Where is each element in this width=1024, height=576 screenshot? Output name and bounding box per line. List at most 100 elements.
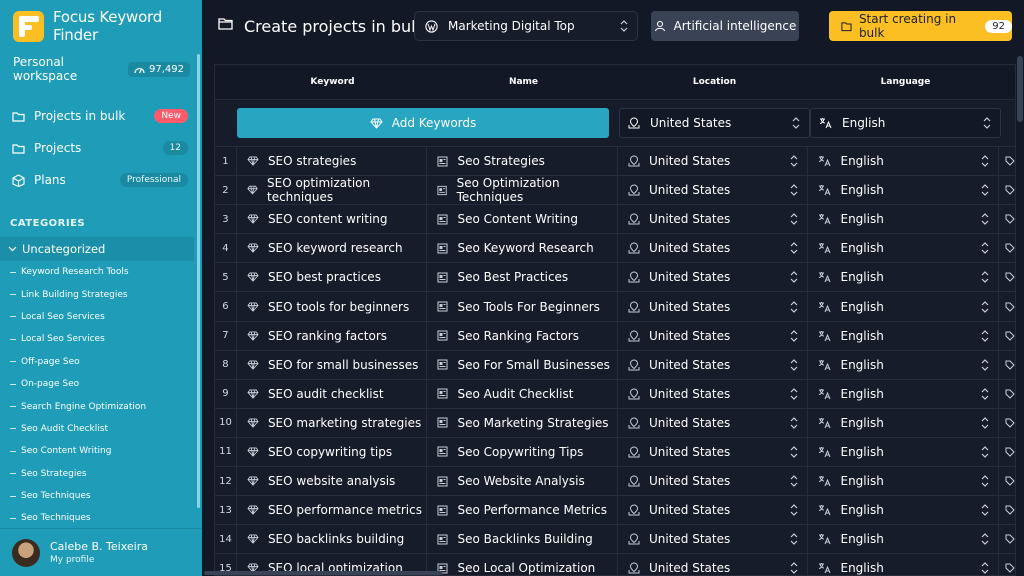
- keyword-cell[interactable]: SEO website analysis: [237, 467, 428, 496]
- extra-cell[interactable]: [999, 147, 1015, 175]
- language-select[interactable]: English: [808, 437, 999, 467]
- keyword-cell[interactable]: SEO backlinks building: [237, 525, 428, 554]
- category-item[interactable]: Seo Techniques: [0, 507, 202, 528]
- extra-cell[interactable]: [999, 496, 1015, 524]
- name-cell[interactable]: Seo Copywriting Tips: [427, 437, 618, 467]
- name-cell[interactable]: Seo Audit Checklist: [427, 379, 618, 408]
- category-item[interactable]: Seo Strategies: [0, 463, 202, 485]
- extra-cell[interactable]: [999, 292, 1015, 320]
- extra-cell[interactable]: [999, 205, 1015, 233]
- default-location-select[interactable]: United States: [619, 108, 810, 138]
- profile[interactable]: Calebe B. Teixeira My profile: [0, 528, 202, 576]
- location-select[interactable]: United States: [618, 263, 809, 292]
- name-cell[interactable]: Seo Marketing Strategies: [427, 408, 618, 437]
- extra-cell[interactable]: [999, 554, 1015, 575]
- location-select[interactable]: United States: [618, 292, 809, 321]
- location-select[interactable]: United States: [618, 467, 809, 496]
- extra-cell[interactable]: [999, 409, 1015, 437]
- add-keywords-button[interactable]: Add Keywords: [237, 108, 609, 138]
- category-item[interactable]: Seo Techniques: [0, 485, 202, 507]
- language-select[interactable]: English: [808, 525, 999, 554]
- brand[interactable]: Focus Keyword Finder: [0, 0, 202, 52]
- keyword-cell[interactable]: SEO performance metrics: [237, 496, 428, 525]
- location-select[interactable]: United States: [618, 496, 809, 525]
- extra-cell[interactable]: [999, 438, 1015, 466]
- name-cell[interactable]: Seo Performance Metrics: [427, 496, 618, 525]
- extra-cell[interactable]: [999, 467, 1015, 495]
- name-cell[interactable]: Seo Keyword Research: [427, 234, 618, 263]
- sidebar-item-projects-in-bulk[interactable]: Projects in bulk New: [0, 100, 202, 132]
- language-select[interactable]: English: [808, 292, 999, 321]
- category-item[interactable]: On-page Seo: [0, 373, 202, 395]
- name-cell[interactable]: Seo Tools For Beginners: [427, 292, 618, 321]
- language-select[interactable]: English: [808, 379, 999, 408]
- location-select[interactable]: United States: [618, 437, 809, 467]
- extra-cell[interactable]: [999, 234, 1015, 262]
- sidebar-scrollbar[interactable]: [197, 54, 200, 508]
- table-horizontal-scrollbar[interactable]: [204, 571, 442, 575]
- category-item[interactable]: Keyword Research Tools: [0, 261, 202, 283]
- name-cell[interactable]: Seo For Small Businesses: [427, 350, 618, 379]
- keyword-cell[interactable]: SEO copywriting tips: [237, 437, 428, 467]
- keyword-cell[interactable]: SEO for small businesses: [237, 350, 428, 379]
- name-cell[interactable]: Seo Website Analysis: [427, 467, 618, 496]
- extra-cell[interactable]: [999, 351, 1015, 379]
- language-select[interactable]: English: [808, 467, 999, 496]
- extra-cell[interactable]: [999, 322, 1015, 350]
- site-select[interactable]: Marketing Digital Top: [414, 11, 638, 41]
- keyword-cell[interactable]: SEO tools for beginners: [237, 292, 428, 321]
- language-select[interactable]: English: [808, 554, 999, 575]
- location-select[interactable]: United States: [618, 379, 809, 408]
- keyword-cell[interactable]: SEO audit checklist: [237, 379, 428, 408]
- extra-cell[interactable]: [999, 380, 1015, 408]
- name-cell[interactable]: Seo Backlinks Building: [427, 525, 618, 554]
- keyword-cell[interactable]: SEO marketing strategies: [237, 408, 428, 437]
- language-select[interactable]: English: [808, 176, 999, 205]
- keyword-cell[interactable]: SEO ranking factors: [237, 321, 428, 350]
- language-select[interactable]: English: [808, 321, 999, 350]
- language-select[interactable]: English: [808, 496, 999, 525]
- name-cell[interactable]: Seo Local Optimization: [427, 554, 618, 575]
- language-select[interactable]: English: [808, 263, 999, 292]
- sidebar-item-plans[interactable]: Plans Professional: [0, 164, 202, 196]
- location-select[interactable]: United States: [618, 176, 809, 205]
- sidebar-item-projects[interactable]: Projects 12: [0, 132, 202, 164]
- name-cell[interactable]: Seo Content Writing: [427, 205, 618, 234]
- category-selected[interactable]: Uncategorized: [0, 237, 194, 261]
- location-select[interactable]: United States: [618, 408, 809, 437]
- workspace-switcher[interactable]: Personal workspace 97,492: [0, 52, 202, 86]
- extra-cell[interactable]: [999, 525, 1015, 553]
- language-select[interactable]: English: [808, 234, 999, 263]
- keyword-cell[interactable]: SEO content writing: [237, 205, 428, 234]
- extra-cell[interactable]: [999, 176, 1015, 204]
- location-select[interactable]: United States: [618, 205, 809, 234]
- category-item[interactable]: Seo Content Writing: [0, 440, 202, 462]
- language-select[interactable]: English: [808, 205, 999, 234]
- location-select[interactable]: United States: [618, 234, 809, 263]
- language-select[interactable]: English: [808, 147, 999, 176]
- keyword-cell[interactable]: SEO strategies: [237, 147, 428, 176]
- category-item[interactable]: Search Engine Optimization: [0, 395, 202, 417]
- location-select[interactable]: United States: [618, 525, 809, 554]
- profile-link[interactable]: My profile: [50, 555, 148, 565]
- category-item[interactable]: Seo Audit Checklist: [0, 418, 202, 440]
- category-item[interactable]: Local Seo Services: [0, 306, 202, 328]
- language-select[interactable]: English: [808, 408, 999, 437]
- keyword-cell[interactable]: SEO best practices: [237, 263, 428, 292]
- start-creating-button[interactable]: Start creating in bulk 92: [829, 11, 1012, 41]
- category-item[interactable]: Local Seo Services: [0, 328, 202, 350]
- page-scrollbar-thumb[interactable]: [1017, 56, 1023, 122]
- location-select[interactable]: United States: [618, 350, 809, 379]
- keyword-cell[interactable]: SEO optimization techniques: [237, 176, 428, 205]
- page-scrollbar[interactable]: [1016, 52, 1024, 576]
- category-item[interactable]: Link Building Strategies: [0, 283, 202, 305]
- category-item[interactable]: Off-page Seo: [0, 351, 202, 373]
- keyword-cell[interactable]: SEO keyword research: [237, 234, 428, 263]
- name-cell[interactable]: Seo Strategies: [427, 147, 618, 176]
- location-select[interactable]: United States: [618, 321, 809, 350]
- name-cell[interactable]: Seo Optimization Techniques: [427, 176, 618, 205]
- ai-button[interactable]: Artificial intelligence: [651, 11, 799, 41]
- default-language-select[interactable]: English: [810, 108, 1001, 138]
- language-select[interactable]: English: [808, 350, 999, 379]
- extra-cell[interactable]: [999, 263, 1015, 291]
